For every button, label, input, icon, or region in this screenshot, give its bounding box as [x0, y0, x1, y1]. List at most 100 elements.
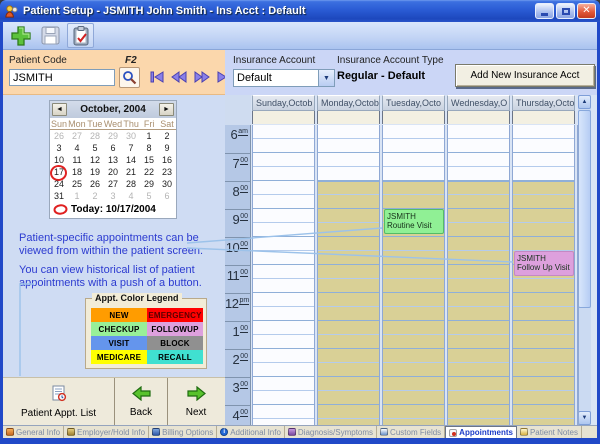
add-insurance-button[interactable]: Add New Insurance Acct — [455, 64, 595, 87]
time-slot[interactable] — [448, 223, 509, 237]
time-slot[interactable] — [448, 153, 509, 167]
time-slot[interactable] — [513, 363, 574, 377]
time-slot[interactable] — [383, 377, 444, 391]
time-slot[interactable] — [253, 321, 314, 335]
time-slot[interactable] — [448, 167, 509, 181]
time-slot[interactable] — [253, 405, 314, 419]
time-slot[interactable] — [383, 307, 444, 321]
time-slot[interactable] — [513, 335, 574, 349]
calendar-day[interactable]: 26 — [86, 178, 104, 190]
time-slot[interactable] — [448, 377, 509, 391]
time-slot[interactable] — [253, 265, 314, 279]
allday-cell[interactable] — [252, 111, 315, 124]
time-slot[interactable] — [513, 195, 574, 209]
calendar-day[interactable]: 13 — [104, 154, 122, 166]
time-slot[interactable] — [318, 181, 379, 195]
time-slot[interactable] — [513, 125, 574, 139]
calendar-day[interactable]: 23 — [158, 166, 176, 178]
tab-additional-info[interactable]: iAdditional Info — [217, 426, 285, 438]
time-slot[interactable] — [513, 321, 574, 335]
calendar-day[interactable]: 8 — [140, 142, 158, 154]
calendar-day[interactable]: 19 — [86, 166, 104, 178]
scroll-thumb[interactable] — [578, 110, 591, 308]
time-slot[interactable] — [318, 237, 379, 251]
time-slot[interactable] — [513, 279, 574, 293]
calendar-day[interactable]: 21 — [122, 166, 140, 178]
time-slot[interactable] — [383, 251, 444, 265]
calendar-day[interactable]: 9 — [158, 142, 176, 154]
time-slot[interactable] — [383, 391, 444, 405]
time-slot[interactable] — [253, 377, 314, 391]
calendar-today-row[interactable]: Today: 10/17/2004 — [50, 202, 176, 218]
time-slot[interactable] — [383, 279, 444, 293]
time-slot[interactable] — [253, 307, 314, 321]
time-slot[interactable] — [318, 335, 379, 349]
time-slot[interactable] — [448, 391, 509, 405]
time-slot[interactable] — [318, 307, 379, 321]
time-slot[interactable] — [253, 223, 314, 237]
time-slot[interactable] — [318, 363, 379, 377]
patient-search-button[interactable] — [119, 67, 140, 88]
day-header[interactable]: Sunday,Octob ... — [252, 95, 315, 111]
time-slot[interactable] — [448, 209, 509, 223]
time-slot[interactable] — [318, 321, 379, 335]
time-slot[interactable] — [318, 405, 379, 419]
calendar-day[interactable]: 29 — [140, 178, 158, 190]
calendar-day[interactable]: 3 — [104, 190, 122, 202]
calendar-day[interactable]: 26 — [50, 130, 68, 142]
calendar-day[interactable]: 28 — [86, 130, 104, 142]
calendar-day[interactable]: 5 — [140, 190, 158, 202]
time-slot[interactable] — [318, 391, 379, 405]
time-slot[interactable] — [448, 237, 509, 251]
time-slot[interactable] — [318, 153, 379, 167]
time-slot[interactable] — [448, 349, 509, 363]
time-slot[interactable] — [513, 391, 574, 405]
time-slot[interactable] — [448, 125, 509, 139]
calendar-day[interactable]: 4 — [68, 142, 86, 154]
time-slot[interactable] — [513, 349, 574, 363]
calendar-day[interactable]: 20 — [104, 166, 122, 178]
time-slot[interactable] — [383, 125, 444, 139]
time-slot[interactable] — [318, 167, 379, 181]
calendar-day[interactable]: 11 — [68, 154, 86, 166]
time-slot[interactable] — [253, 139, 314, 153]
calendar-day[interactable]: 2 — [158, 130, 176, 142]
time-slot[interactable] — [513, 377, 574, 391]
calendar-day[interactable]: 15 — [140, 154, 158, 166]
time-slot[interactable] — [448, 181, 509, 195]
calendar-day[interactable]: 18 — [68, 166, 86, 178]
calendar-day[interactable]: 30 — [122, 130, 140, 142]
time-slot[interactable] — [513, 307, 574, 321]
time-slot[interactable] — [513, 153, 574, 167]
calendar-day[interactable]: 5 — [86, 142, 104, 154]
calendar-day[interactable]: 7 — [122, 142, 140, 154]
footer-button-next[interactable]: Next — [168, 378, 224, 425]
day-header[interactable]: Tuesday,Octo ... — [382, 95, 445, 111]
tab-diagnosis-symptoms[interactable]: Diagnosis/Symptoms — [285, 426, 377, 438]
calendar-day[interactable]: 14 — [122, 154, 140, 166]
calendar-day[interactable]: 25 — [68, 178, 86, 190]
time-slot[interactable] — [253, 391, 314, 405]
maximize-button[interactable] — [556, 3, 575, 19]
calendar-prev-month-button[interactable]: ◄ — [52, 103, 67, 116]
appointment[interactable]: JSMITHFollow Up Visit — [514, 251, 574, 276]
calendar-day[interactable]: 1 — [68, 190, 86, 202]
calendar-day[interactable]: 12 — [86, 154, 104, 166]
time-slot[interactable] — [253, 167, 314, 181]
footer-button-back[interactable]: Back — [115, 378, 168, 425]
time-slot[interactable] — [318, 377, 379, 391]
time-slot[interactable] — [448, 251, 509, 265]
time-slot[interactable] — [318, 251, 379, 265]
time-slot[interactable] — [253, 335, 314, 349]
time-slot[interactable] — [383, 139, 444, 153]
day-header[interactable]: Monday,Octob ... — [317, 95, 380, 111]
tab-custom-fields[interactable]: Custom Fields — [377, 426, 445, 438]
time-slot[interactable] — [318, 279, 379, 293]
time-slot[interactable] — [253, 237, 314, 251]
time-slot[interactable] — [253, 279, 314, 293]
tab-billing-options[interactable]: Billing Options — [149, 426, 217, 438]
calendar-day[interactable]: 16 — [158, 154, 176, 166]
calendar-day[interactable]: 27 — [68, 130, 86, 142]
footer-button-patient-appt-list[interactable]: Patient Appt. List — [3, 378, 115, 425]
tab-patient-notes[interactable]: Patient Notes — [517, 426, 582, 438]
